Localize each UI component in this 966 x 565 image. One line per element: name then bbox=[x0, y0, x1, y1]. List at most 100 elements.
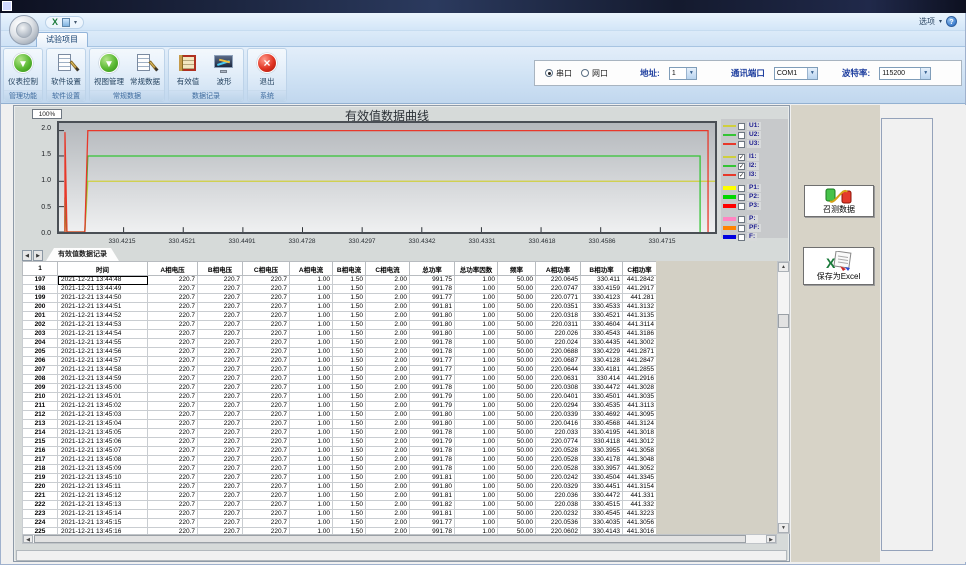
table-cell[interactable]: 2.00 bbox=[366, 330, 410, 339]
column-header[interactable]: B相电流 bbox=[333, 262, 366, 276]
table-cell[interactable]: 220.0645 bbox=[536, 276, 581, 285]
table-cell[interactable]: 1.50 bbox=[333, 357, 366, 366]
table-cell[interactable]: 220.7 bbox=[198, 393, 243, 402]
table-cell[interactable]: 220.7 bbox=[148, 474, 198, 483]
row-number-cell[interactable]: 205 bbox=[23, 348, 58, 357]
table-cell[interactable]: 220.7 bbox=[198, 429, 243, 438]
table-cell[interactable]: 1.00 bbox=[455, 501, 498, 510]
table-cell[interactable]: 220.7 bbox=[198, 447, 243, 456]
table-cell[interactable]: 220.7 bbox=[198, 375, 243, 384]
table-cell[interactable]: 1.00 bbox=[455, 438, 498, 447]
table-cell[interactable]: 1.50 bbox=[333, 339, 366, 348]
table-cell[interactable]: 220.7 bbox=[243, 303, 290, 312]
table-cell[interactable]: 1.00 bbox=[455, 330, 498, 339]
table-cell[interactable]: 330.4472 bbox=[581, 384, 623, 393]
table-cell[interactable]: 1.50 bbox=[333, 492, 366, 501]
table-cell[interactable]: 2021-12-21 13:44:58 bbox=[58, 366, 148, 375]
table-cell[interactable]: 1.50 bbox=[333, 285, 366, 294]
table-cell[interactable]: 2021-12-21 13:45:11 bbox=[58, 483, 148, 492]
table-cell[interactable]: 991.78 bbox=[410, 339, 455, 348]
table-cell[interactable]: 1.00 bbox=[455, 276, 498, 285]
table-cell[interactable]: 220.033 bbox=[536, 429, 581, 438]
row-number-cell[interactable]: 213 bbox=[23, 420, 58, 429]
table-cell[interactable]: 2.00 bbox=[366, 456, 410, 465]
table-cell[interactable]: 441.3154 bbox=[623, 483, 657, 492]
table-cell[interactable]: 991.79 bbox=[410, 402, 455, 411]
table-cell[interactable]: 2.00 bbox=[366, 384, 410, 393]
table-cell[interactable]: 2.00 bbox=[366, 411, 410, 420]
table-cell[interactable]: 330.4178 bbox=[581, 456, 623, 465]
table-cell[interactable]: 441.3028 bbox=[623, 384, 657, 393]
table-cell[interactable]: 991.77 bbox=[410, 357, 455, 366]
table-cell[interactable]: 441.3052 bbox=[623, 465, 657, 474]
table-cell[interactable]: 220.7 bbox=[148, 420, 198, 429]
table-cell[interactable]: 991.79 bbox=[410, 393, 455, 402]
table-cell[interactable]: 2021-12-21 13:45:04 bbox=[58, 420, 148, 429]
table-cell[interactable]: 330.4181 bbox=[581, 366, 623, 375]
table-cell[interactable]: 50.00 bbox=[498, 456, 536, 465]
table-cell[interactable]: 220.0747 bbox=[536, 285, 581, 294]
table-cell[interactable]: 220.7 bbox=[198, 384, 243, 393]
table-cell[interactable]: 1.00 bbox=[290, 375, 333, 384]
table-cell[interactable]: 1.00 bbox=[290, 420, 333, 429]
table-cell[interactable]: 220.7 bbox=[198, 510, 243, 519]
chevron-down-icon[interactable]: ▾ bbox=[74, 19, 77, 26]
table-cell[interactable]: 220.7 bbox=[148, 375, 198, 384]
table-cell[interactable]: 991.78 bbox=[410, 285, 455, 294]
table-cell[interactable]: 1.00 bbox=[290, 321, 333, 330]
table-cell[interactable]: 50.00 bbox=[498, 438, 536, 447]
table-cell[interactable]: 1.00 bbox=[455, 312, 498, 321]
table-cell[interactable]: 330.4435 bbox=[581, 339, 623, 348]
table-cell[interactable]: 1.00 bbox=[290, 357, 333, 366]
legend-checkbox[interactable]: ✓ bbox=[738, 172, 745, 179]
scrollbar-thumb[interactable] bbox=[34, 535, 746, 543]
table-cell[interactable]: 991.77 bbox=[410, 366, 455, 375]
table-cell[interactable]: 50.00 bbox=[498, 429, 536, 438]
table-cell[interactable]: 1.00 bbox=[455, 366, 498, 375]
table-cell[interactable]: 1.50 bbox=[333, 366, 366, 375]
table-cell[interactable]: 50.00 bbox=[498, 411, 536, 420]
table-cell[interactable]: 220.0311 bbox=[536, 321, 581, 330]
table-cell[interactable]: 220.7 bbox=[243, 438, 290, 447]
table-cell[interactable]: 1.00 bbox=[290, 393, 333, 402]
table-cell[interactable]: 1.00 bbox=[455, 483, 498, 492]
row-number-cell[interactable]: 217 bbox=[23, 456, 58, 465]
scrollbar-thumb[interactable] bbox=[778, 314, 789, 328]
table-cell[interactable]: 1.50 bbox=[333, 294, 366, 303]
table-cell[interactable]: 2.00 bbox=[366, 429, 410, 438]
table-cell[interactable]: 220.7 bbox=[198, 456, 243, 465]
table-cell[interactable]: 2.00 bbox=[366, 510, 410, 519]
table-cell[interactable]: 991.78 bbox=[410, 429, 455, 438]
table-cell[interactable]: 330.4504 bbox=[581, 474, 623, 483]
row-number-cell[interactable]: 220 bbox=[23, 483, 58, 492]
table-cell[interactable]: 1.00 bbox=[455, 285, 498, 294]
table-cell[interactable]: 220.7 bbox=[148, 366, 198, 375]
table-cell[interactable]: 1.00 bbox=[290, 492, 333, 501]
table-cell[interactable]: 330.4159 bbox=[581, 285, 623, 294]
column-header[interactable]: C相电压 bbox=[243, 262, 290, 276]
table-cell[interactable]: 1.50 bbox=[333, 510, 366, 519]
table-cell[interactable]: 1.00 bbox=[290, 330, 333, 339]
table-cell[interactable]: 220.0294 bbox=[536, 402, 581, 411]
table-cell[interactable]: 1.50 bbox=[333, 474, 366, 483]
table-cell[interactable]: 1.00 bbox=[455, 375, 498, 384]
table-cell[interactable]: 441.3012 bbox=[623, 438, 657, 447]
table-cell[interactable]: 220.7 bbox=[198, 483, 243, 492]
table-cell[interactable]: 50.00 bbox=[498, 348, 536, 357]
table-cell[interactable]: 441.3132 bbox=[623, 303, 657, 312]
table-cell[interactable]: 1.50 bbox=[333, 375, 366, 384]
table-cell[interactable]: 2021-12-21 13:44:59 bbox=[58, 375, 148, 384]
table-cell[interactable]: 220.0644 bbox=[536, 366, 581, 375]
table-cell[interactable]: 2021-12-21 13:44:52 bbox=[58, 312, 148, 321]
ribbon-button[interactable]: 波形 bbox=[206, 50, 242, 87]
table-cell[interactable]: 220.7 bbox=[198, 330, 243, 339]
row-number-cell[interactable]: 219 bbox=[23, 474, 58, 483]
table-cell[interactable]: 220.7 bbox=[198, 285, 243, 294]
legend-checkbox[interactable] bbox=[738, 216, 745, 223]
table-cell[interactable]: 220.7 bbox=[148, 339, 198, 348]
table-cell[interactable]: 50.00 bbox=[498, 474, 536, 483]
table-cell[interactable]: 220.7 bbox=[198, 465, 243, 474]
table-cell[interactable]: 1.00 bbox=[290, 411, 333, 420]
table-cell[interactable]: 1.00 bbox=[455, 402, 498, 411]
table-cell[interactable]: 441.2842 bbox=[623, 276, 657, 285]
